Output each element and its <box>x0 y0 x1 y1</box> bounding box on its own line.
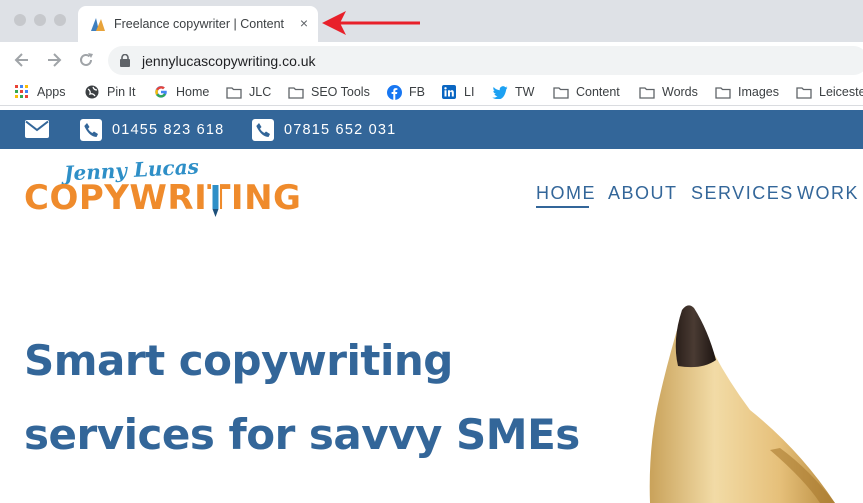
bookmark-seo-tools[interactable]: SEO Tools <box>288 83 370 101</box>
site-favicon-icon <box>91 18 105 31</box>
active-tab[interactable]: Freelance copywriter | Content × <box>78 6 318 42</box>
address-bar[interactable]: jennylucascopywriting.co.uk <box>108 46 863 75</box>
bookmark-tw[interactable]: TW <box>492 83 534 101</box>
bookmark-words[interactable]: Words <box>639 83 698 101</box>
linkedin-icon <box>441 84 457 100</box>
twitter-icon <box>492 84 508 100</box>
facebook-icon <box>386 84 402 100</box>
lock-icon[interactable] <box>120 54 130 67</box>
url-text: jennylucascopywriting.co.uk <box>142 53 316 69</box>
bookmark-label: Pin It <box>107 85 136 99</box>
bookmark-label: FB <box>409 85 425 99</box>
folder-icon <box>639 84 655 100</box>
bookmark-content[interactable]: Content <box>553 83 620 101</box>
phone-number-1[interactable]: 01455 823 618 <box>112 122 224 138</box>
bookmark-label: Images <box>738 85 779 99</box>
reload-icon[interactable] <box>76 50 96 70</box>
forward-arrow-icon[interactable] <box>44 50 64 70</box>
google-icon <box>153 84 169 100</box>
nav-services[interactable]: SERVICES <box>691 183 794 204</box>
bookmark-label: Apps <box>37 85 66 99</box>
bookmark-home[interactable]: Home <box>153 83 209 101</box>
phone-icon <box>80 119 102 141</box>
globe-icon <box>84 84 100 100</box>
browser-toolbar: jennylucascopywriting.co.uk <box>0 42 863 78</box>
apps-grid-icon <box>14 84 30 100</box>
window-minimize-button[interactable] <box>34 14 46 26</box>
bookmark-jlc[interactable]: JLC <box>226 83 271 101</box>
window-close-button[interactable] <box>14 14 26 26</box>
folder-icon <box>226 84 242 100</box>
pencil-illustration-icon <box>649 305 835 503</box>
bookmark-label: Content <box>576 85 620 99</box>
hero-heading-line-1: Smart copywriting <box>24 336 453 385</box>
logo-pencil-icon <box>211 184 220 217</box>
folder-icon <box>796 84 812 100</box>
tab-title: Freelance copywriter | Content <box>114 17 284 31</box>
nav-home[interactable]: HOME <box>536 183 596 204</box>
nav-work[interactable]: WORK <box>797 183 859 204</box>
window-zoom-button[interactable] <box>54 14 66 26</box>
bookmark-pin-it[interactable]: Pin It <box>84 83 136 101</box>
bookmark-label: SEO Tools <box>311 85 370 99</box>
folder-icon <box>288 84 304 100</box>
bookmark-label: LI <box>464 85 475 99</box>
bookmark-apps[interactable]: Apps <box>14 83 66 101</box>
nav-about[interactable]: ABOUT <box>608 183 678 204</box>
bookmark-li[interactable]: LI <box>441 83 474 101</box>
logo-main-text: COPYWRITING <box>24 178 302 218</box>
annotation-arrow-icon <box>322 11 420 35</box>
phone-icon <box>252 119 274 141</box>
bookmark-label: Home <box>176 85 210 99</box>
nav-active-underline <box>536 206 589 208</box>
folder-icon <box>553 84 569 100</box>
bookmark-label: Leicester <box>819 85 863 99</box>
back-arrow-icon[interactable] <box>12 50 32 70</box>
bookmark-leicester[interactable]: Leicester <box>796 83 863 101</box>
bookmarks-bar: Apps Pin It Home JLC SEO Tools FB LI TW … <box>0 78 863 106</box>
hero-heading-line-2: services for savvy SMEs <box>24 410 580 459</box>
folder-icon <box>715 84 731 100</box>
contact-bar: 01455 823 618 07815 652 031 <box>0 110 863 149</box>
bookmark-images[interactable]: Images <box>715 83 779 101</box>
tab-close-icon[interactable]: × <box>296 14 312 32</box>
phone-number-2[interactable]: 07815 652 031 <box>284 122 396 138</box>
bookmark-fb[interactable]: FB <box>386 83 425 101</box>
envelope-icon[interactable] <box>25 120 49 138</box>
bookmark-label: JLC <box>249 85 272 99</box>
bookmark-label: Words <box>662 85 698 99</box>
bookmark-label: TW <box>515 85 535 99</box>
browser-tab-strip: Freelance copywriter | Content × <box>0 0 863 42</box>
